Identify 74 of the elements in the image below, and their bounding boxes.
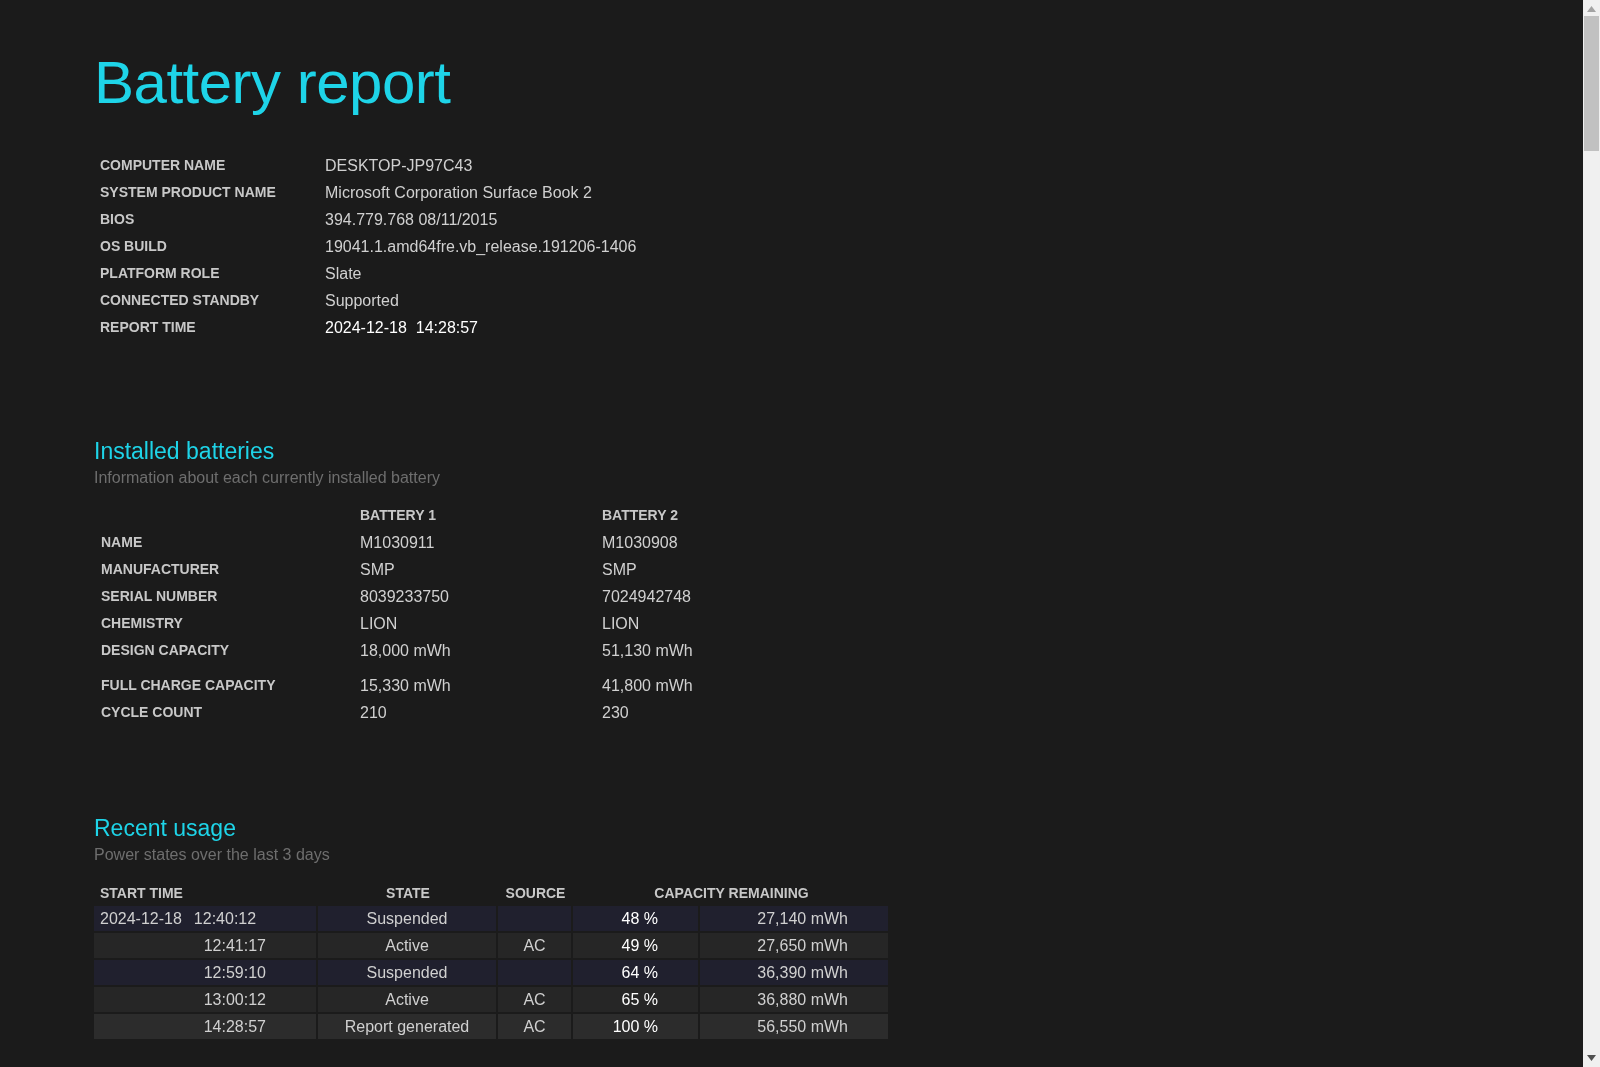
info-label: SYSTEM PRODUCT NAME [100,183,277,202]
battery-value: SMP [602,560,638,580]
time-text: 13:00:12 [203,990,266,1010]
battery-label: CYCLE COUNT [101,703,204,722]
table-cell: 64 % [573,960,698,985]
time-text: 12:59:10 [203,963,266,983]
table-cell: 27,650 mWh [700,933,888,958]
info-label: BIOS [100,210,136,229]
info-label: COMPUTER NAME [100,156,227,175]
column-header: BATTERY 2 [602,506,679,525]
table-cell: 36,390 mWh [700,960,888,985]
scroll-down-icon[interactable] [1587,1055,1596,1061]
table-cell: AC [498,1014,571,1039]
battery-value: 8039233750 [360,587,450,607]
column-header: BATTERY 1 [360,506,437,525]
battery-value: 51,130 mWh [602,641,694,661]
table-cell: 100 % [573,1014,698,1039]
info-value: 394.779.768 08/11/2015 [325,210,499,230]
column-header: SOURCE [504,884,567,903]
info-value: 19041.1.amd64fre.vb_release.191206-1406 [325,237,638,257]
battery-value: 15,330 mWh [360,676,452,696]
scroll-up-icon[interactable] [1587,6,1596,12]
table-cell: Active [318,987,496,1012]
column-header: CAPACITY REMAINING [653,884,810,903]
table-cell: 65 % [573,987,698,1012]
battery-value: 210 [360,703,388,723]
time-text: 12:41:17 [203,936,266,956]
battery-value: 7024942748 [602,587,692,607]
battery-value: 230 [602,703,630,723]
table-cell: 56,550 mWh [700,1014,888,1039]
table-cell: Report generated [318,1014,496,1039]
section-subtitle: Information about each currently installed battery [94,469,441,487]
battery-label: DESIGN CAPACITY [101,641,231,660]
info-value: Slate [325,264,363,284]
time-text: 12:40:12 [193,909,257,929]
table-cell: AC [498,987,571,1012]
battery-value: M1030911 [360,533,436,553]
info-label: OS BUILD [100,237,168,256]
battery-value: LION [360,614,399,634]
page-title: Battery report [94,48,452,117]
section-heading: Installed batteries [94,438,276,465]
battery-label: FULL CHARGE CAPACITY [101,676,277,695]
table-cell: AC [498,933,571,958]
table-cell: Suspended [318,906,496,931]
info-value: Microsoft Corporation Surface Book 2 [325,183,593,203]
battery-value: LION [602,614,641,634]
date-text: 2024-12-18 [100,909,182,929]
info-value: 2024-12-18 14:28:57 [325,318,479,338]
battery-label: SERIAL NUMBER [101,587,219,606]
table-cell: 36,880 mWh [700,987,888,1012]
table-cell: 49 % [573,933,698,958]
scrollbar[interactable] [1583,0,1600,1067]
battery-value: 18,000 mWh [360,641,452,661]
battery-value: 41,800 mWh [602,676,694,696]
battery-value: SMP [360,560,396,580]
table-cell: Suspended [318,960,496,985]
table-cell: 27,140 mWh [700,906,888,931]
battery-value: M1030908 [602,533,679,553]
column-header: START TIME [99,884,184,903]
battery-label: MANUFACTURER [101,560,221,579]
info-label: PLATFORM ROLE [100,264,221,283]
table-cell: 48 % [573,906,698,931]
info-value: DESKTOP-JP97C43 [325,156,474,176]
info-value: Supported [325,291,400,311]
info-label: REPORT TIME [100,318,197,337]
column-header: STATE [385,884,431,903]
section-subtitle: Power states over the last 3 days [94,846,331,864]
battery-label: CHEMISTRY [101,614,184,633]
info-label: CONNECTED STANDBY [100,291,261,310]
scrollbar-thumb[interactable] [1584,16,1599,151]
table-cell: Active [318,933,496,958]
section-heading: Recent usage [94,815,237,842]
time-text: 14:28:57 [203,1017,266,1037]
battery-label: NAME [101,533,144,552]
